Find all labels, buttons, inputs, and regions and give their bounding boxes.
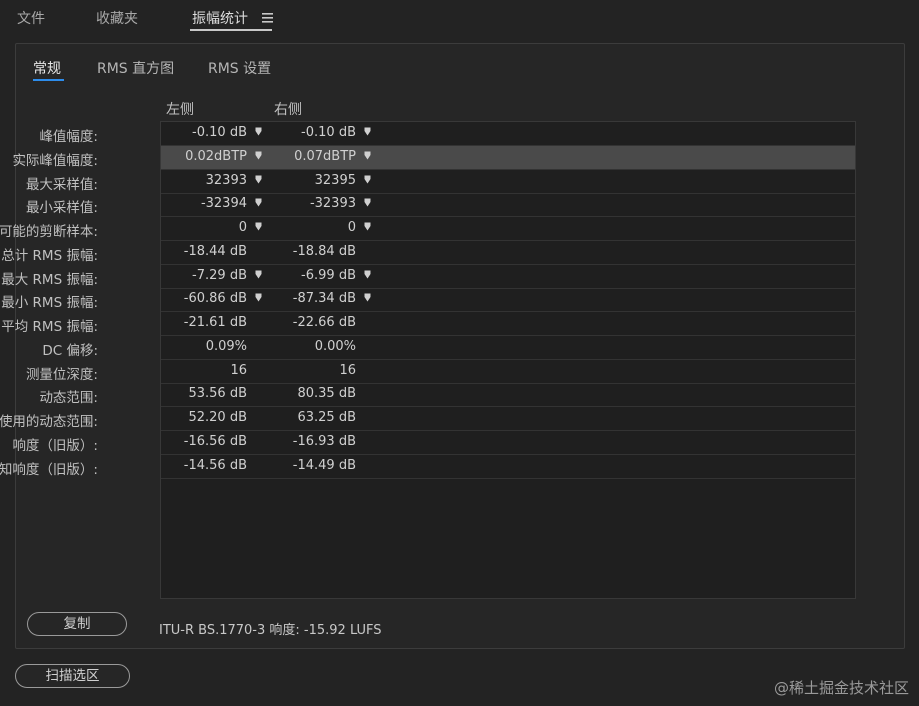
watermark-text: @稀土掘金技术社区 <box>773 679 909 697</box>
subtab-rms-histogram[interactable]: RMS 直方图 <box>97 58 174 78</box>
table-row[interactable]: 峰值幅度: -0.10 dB -0.10 dB <box>39 122 855 146</box>
left-channel-value: -32394 <box>200 196 247 212</box>
table-row[interactable]: 最大采样值: 32393 32395 <box>26 170 855 194</box>
right-channel-value: -16.93 dB <box>292 433 356 449</box>
row-label: 动态范围: <box>39 390 98 407</box>
right-channel-value: 0.07dBTP <box>294 148 356 164</box>
active-tab-underline <box>190 29 272 31</box>
marker-pin-icon[interactable] <box>255 270 262 279</box>
table-row[interactable]: DC 偏移: 0.09% 0.00% <box>42 336 855 360</box>
table-row[interactable]: 测量位深度: 16 16 <box>26 360 855 384</box>
right-channel-value: 80.35 dB <box>297 386 356 402</box>
marker-pin-icon[interactable] <box>255 293 262 302</box>
marker-pin-icon[interactable] <box>255 175 262 184</box>
row-label: 最大采样值: <box>25 176 98 193</box>
row-label: 最小 RMS 振幅: <box>1 295 98 312</box>
right-channel-value: 32395 <box>314 172 356 188</box>
marker-pin-icon[interactable] <box>364 270 371 279</box>
marker-pin-icon[interactable] <box>364 222 371 231</box>
copy-button[interactable]: 复制 <box>27 612 127 636</box>
row-label: 峰值幅度: <box>39 129 98 145</box>
row-label: 实际峰值幅度: <box>12 152 98 169</box>
tab-file[interactable]: 文件 <box>17 8 45 28</box>
right-channel-value: -18.84 dB <box>292 243 356 259</box>
left-channel-value: 16 <box>230 362 247 378</box>
statistics-panel: 常规 RMS 直方图 RMS 设置 左侧 右侧 峰值幅度: -0.10 dB -0.… <box>0 43 905 649</box>
tab-favorites[interactable]: 收藏夹 <box>96 8 138 28</box>
left-channel-value: 32393 <box>205 172 247 188</box>
marker-pin-icon[interactable] <box>255 127 262 136</box>
table-row[interactable]: 动态范围: 53.56 dB 80.35 dB <box>39 383 855 408</box>
statistics-table: 峰值幅度: -0.10 dB -0.10 dB 实际峰值幅度: 0.02dBTP 0.07… <box>0 121 856 599</box>
left-channel-value: 0.02dBTP <box>185 148 247 164</box>
top-tab-bar: 文件 收藏夹 振幅统计 <box>0 0 919 36</box>
right-channel-value: -87.34 dB <box>292 291 356 307</box>
left-channel-value: -18.44 dB <box>183 243 247 259</box>
row-label: 可能的剪断样本: <box>0 224 98 240</box>
marker-pin-icon[interactable] <box>364 175 371 184</box>
row-label: 感知响度（旧版）: <box>0 461 98 478</box>
right-channel-value: -14.49 dB <box>292 457 356 473</box>
left-channel-value: 0 <box>238 220 247 235</box>
table-row[interactable]: 总计 RMS 振幅: -18.44 dB -18.84 dB <box>1 241 855 265</box>
right-channel-value: -6.99 dB <box>301 267 356 283</box>
table-row[interactable]: 响度（旧版）: -16.56 dB -16.93 dB <box>12 431 855 455</box>
scan-selection-button[interactable]: 扫描选区 <box>15 664 130 688</box>
marker-pin-icon[interactable] <box>364 293 371 302</box>
table-row[interactable]: 可能的剪断样本: 0 0 <box>0 217 855 241</box>
right-channel-value: 0 <box>347 220 356 235</box>
row-label: 平均 RMS 振幅: <box>1 319 98 335</box>
right-channel-value: -22.66 dB <box>292 315 356 330</box>
left-channel-value: -16.56 dB <box>183 433 247 449</box>
row-label: 最大 RMS 振幅: <box>1 271 98 288</box>
marker-pin-icon[interactable] <box>364 198 371 207</box>
row-label: 测量位深度: <box>25 366 98 383</box>
marker-pin-icon[interactable] <box>255 222 262 231</box>
marker-pin-icon[interactable] <box>255 151 262 160</box>
column-header-left: 左侧 <box>166 102 194 118</box>
row-label: 使用的动态范围: <box>0 414 98 430</box>
active-subtab-underline <box>33 79 64 81</box>
column-header-right: 右侧 <box>274 102 302 118</box>
table-row[interactable]: 实际峰值幅度: 0.02dBTP 0.07dBTP <box>12 145 855 170</box>
table-row[interactable]: 最大 RMS 振幅: -7.29 dB -6.99 dB <box>1 265 855 289</box>
marker-pin-icon[interactable] <box>364 127 371 136</box>
left-channel-value: 52.20 dB <box>188 410 247 425</box>
right-channel-value: -0.10 dB <box>301 125 356 140</box>
right-channel-value: 0.00% <box>314 338 356 354</box>
table-row[interactable]: 平均 RMS 振幅: -21.61 dB -22.66 dB <box>1 312 855 336</box>
left-channel-value: -7.29 dB <box>192 267 247 283</box>
subtab-general[interactable]: 常规 <box>33 58 61 78</box>
right-channel-value: 16 <box>339 362 356 378</box>
row-label: DC 偏移: <box>42 342 98 359</box>
itu-loudness-readout: ITU-R BS.1770-3 响度: -15.92 LUFS <box>159 623 382 638</box>
table-row[interactable]: 最小 RMS 振幅: -60.86 dB -87.34 dB <box>1 288 855 313</box>
left-channel-value: -21.61 dB <box>183 315 247 330</box>
right-channel-value: -32393 <box>309 196 356 212</box>
row-label: 最小采样值: <box>25 200 98 217</box>
left-channel-value: -14.56 dB <box>183 457 247 473</box>
marker-pin-icon[interactable] <box>364 151 371 160</box>
subtab-rms-settings[interactable]: RMS 设置 <box>208 58 271 78</box>
table-row[interactable]: 使用的动态范围: 52.20 dB 63.25 dB <box>0 407 855 431</box>
left-channel-value: 0.09% <box>205 338 247 354</box>
left-channel-value: -60.86 dB <box>183 291 247 307</box>
row-label: 响度（旧版）: <box>12 437 98 454</box>
marker-pin-icon[interactable] <box>255 198 262 207</box>
table-row[interactable]: 感知响度（旧版）: -14.56 dB -14.49 dB <box>0 455 855 479</box>
left-channel-value: 53.56 dB <box>188 386 247 402</box>
right-channel-value: 63.25 dB <box>297 410 356 425</box>
hamburger-menu-icon[interactable] <box>262 13 273 23</box>
left-channel-value: -0.10 dB <box>192 125 247 140</box>
table-row[interactable]: 最小采样值: -32394 -32393 <box>26 193 855 218</box>
tab-amplitude-statistics[interactable]: 振幅统计 <box>192 8 248 28</box>
row-label: 总计 RMS 振幅: <box>1 247 98 264</box>
